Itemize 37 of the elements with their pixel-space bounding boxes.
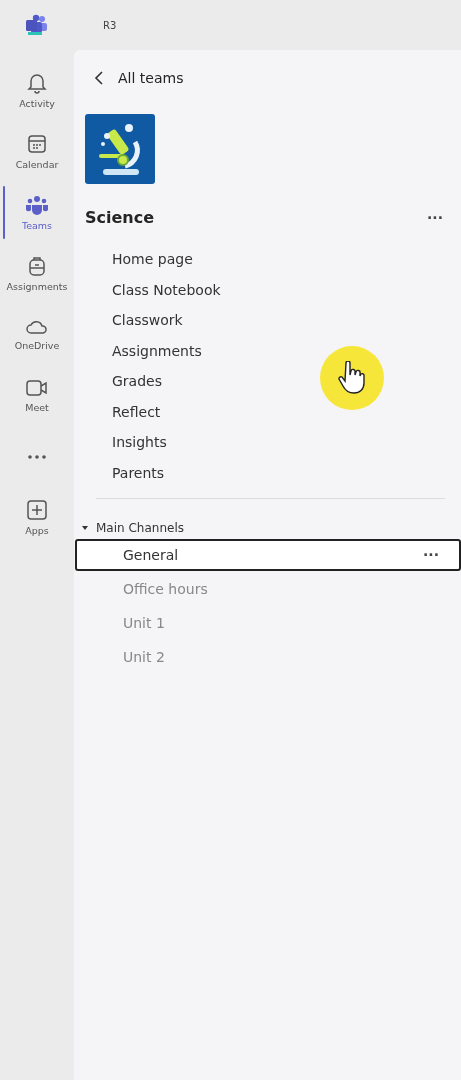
backpack-icon (26, 255, 48, 277)
calendar-icon (26, 133, 48, 155)
team-page-link[interactable]: Insights (112, 427, 167, 458)
cloud-icon (25, 318, 49, 336)
add-apps-icon (26, 499, 48, 521)
team-more-options-button[interactable]: ··· (423, 209, 447, 226)
team-page-link[interactable]: Reflect (112, 396, 161, 427)
rail-item[interactable]: Apps (0, 487, 74, 548)
microscope-team-logo (85, 114, 155, 184)
video-camera-icon (25, 378, 49, 398)
channels-section-header[interactable]: Main Channels (74, 499, 184, 535)
channel-item[interactable]: General ··· (75, 539, 461, 571)
team-page-link[interactable]: Parents (112, 457, 165, 488)
channel-name: General (123, 547, 179, 563)
team-name: Science (85, 208, 155, 227)
rail-item[interactable]: Teams (0, 182, 74, 243)
rail-item[interactable]: Activity (0, 60, 74, 121)
team-page-link[interactable]: Class Notebook (112, 274, 221, 305)
team-page-link[interactable]: Grades (112, 366, 162, 397)
rail-item[interactable]: Assignments (0, 243, 74, 304)
team-page-link[interactable]: Assignments (112, 335, 202, 366)
teams-logo-icon[interactable] (25, 14, 49, 36)
channel-name: Office hours (123, 581, 208, 597)
window-title: R3 (103, 19, 117, 31)
rail-item[interactable]: Meet (0, 365, 74, 426)
team-page-link[interactable]: Classwork (112, 305, 183, 336)
channel-name: Unit 1 (123, 615, 165, 631)
back-chevron-icon (94, 71, 104, 85)
rail-item[interactable]: OneDrive (0, 304, 74, 365)
channel-more-options-button[interactable]: ··· (419, 547, 443, 563)
rail-item[interactable]: Calendar (0, 121, 74, 182)
channel-name: Unit 2 (123, 649, 165, 665)
people-icon (25, 194, 49, 216)
team-page-link[interactable]: Home page (112, 244, 193, 275)
more-icon (27, 453, 47, 460)
bell-icon (26, 72, 48, 94)
back-link[interactable]: All teams (74, 50, 184, 86)
